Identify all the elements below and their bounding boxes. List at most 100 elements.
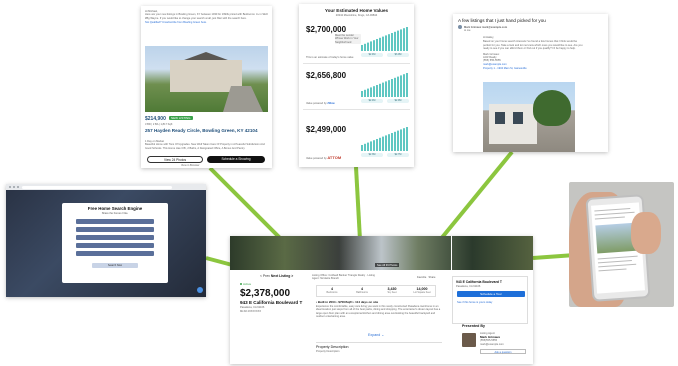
value-bar — [403, 28, 405, 51]
value-bar — [367, 42, 369, 51]
marketing-collage: Hi Michael, Here are your new listings i… — [0, 0, 678, 366]
intro-text: Here are your new listings in Bowling Gr… — [145, 13, 268, 20]
value-bar — [388, 34, 390, 51]
value-bar — [379, 37, 381, 51]
email-from: Mark Grimaux mark@example.com to me — [464, 26, 508, 33]
listing-address[interactable]: 257 Hayden Ready Circle, Bowling Green, … — [145, 128, 268, 133]
view-photos-button[interactable]: View 24 Photos — [147, 156, 203, 163]
value-bar — [397, 76, 399, 97]
value-bar — [373, 140, 375, 151]
value-bar — [406, 127, 408, 151]
listing-actions: Favorite Share — [417, 276, 435, 279]
value-powered-by: Value powered by ATTOM — [306, 155, 342, 161]
value-bar — [391, 133, 393, 151]
value-bar — [364, 43, 366, 51]
listing-photo[interactable] — [145, 46, 268, 112]
search-field[interactable] — [76, 235, 154, 240]
ask-question-button[interactable]: Ask a question — [480, 349, 526, 354]
value-amount: $2,656,800 — [306, 71, 347, 80]
values-title: Your Estimated Home Values — [324, 8, 389, 13]
see-all-photos-button[interactable]: See All 39 Photos — [375, 263, 400, 267]
zillow-logo: Zillow — [327, 102, 335, 105]
unsubscribe-link[interactable]: Not Qualified? Unsubscribe from Bowling … — [145, 21, 268, 24]
value-bar — [388, 80, 390, 97]
range-low-pill: $2.4M — [361, 53, 383, 57]
property-description-sub: Property Description — [316, 350, 340, 353]
value-bar — [370, 41, 372, 51]
value-bar — [376, 85, 378, 97]
value-bar — [394, 77, 396, 97]
personal-email-card: A few listings that I just hand picked f… — [453, 14, 608, 152]
new-listing-badge: NEW LISTING — [169, 116, 193, 120]
value-bar — [388, 134, 390, 151]
search-title: Free Home Search Engine — [87, 206, 143, 211]
home-values-card: Your Estimated Home Values 20342 Moonshi… — [299, 4, 414, 167]
search-field[interactable] — [76, 251, 154, 256]
value-bar — [391, 33, 393, 51]
value-bar — [373, 40, 375, 51]
email-listing-photo[interactable] — [483, 82, 575, 152]
listing-nav[interactable]: < Prev Next Listing > — [260, 274, 293, 278]
schedule-showing-button[interactable]: Schedule a Showing — [207, 156, 265, 163]
signature-email[interactable]: mark@example.com — [483, 63, 583, 66]
range-high-pill: $2.7M — [387, 153, 409, 157]
value-bar — [397, 130, 399, 151]
value-bar — [385, 135, 387, 151]
thumb — [631, 212, 661, 254]
search-engine-browser: Free Home Search Engine Share the homes … — [6, 184, 206, 297]
connector-email — [438, 150, 514, 242]
connector-listing — [208, 166, 288, 246]
value-bar — [367, 88, 369, 97]
value-bar — [406, 27, 408, 51]
favorite-button[interactable]: Favorite — [417, 276, 426, 279]
listing-address: 943 E California Boulevard T — [240, 300, 303, 305]
value-bar — [385, 35, 387, 51]
chat-help-icon[interactable] — [197, 287, 203, 293]
contact-box: 943 E California Boulevard T Pasadena, C… — [452, 276, 528, 324]
share-button[interactable]: Share — [429, 276, 436, 279]
search-button[interactable]: Search Now — [92, 263, 138, 268]
listing-description: Beautiful Home with Tons Of Upgrades. Ne… — [145, 143, 265, 150]
sender-avatar — [458, 25, 462, 29]
listing-city: Pasadena, CA 91106 — [240, 306, 265, 309]
value-block: $2,656,800 $2.4M $2.9M Value powered by … — [303, 66, 410, 110]
lender-callout[interactable]: Meet the Lender Whose Work in Your Neigh… — [335, 34, 361, 44]
contact-address: 943 E California Boulevard T — [456, 280, 502, 284]
value-bar — [391, 79, 393, 97]
value-bar — [379, 83, 381, 97]
value-bars — [361, 127, 408, 151]
address-bar[interactable] — [22, 185, 172, 189]
value-bar — [397, 30, 399, 51]
schedule-tour-button[interactable]: Schedule a Tour — [457, 291, 525, 297]
search-field[interactable] — [76, 243, 154, 248]
value-bar — [379, 137, 381, 151]
view-in-browser-link[interactable]: View in Browser — [181, 164, 200, 167]
search-field[interactable] — [76, 227, 154, 232]
value-bar — [385, 81, 387, 97]
value-bar — [367, 142, 369, 151]
search-field[interactable] — [76, 219, 154, 224]
property-description-heading: Property Description — [316, 345, 349, 349]
range-high-pill: $2.9M — [387, 99, 409, 103]
range-low-pill: $2.3M — [361, 153, 383, 157]
expand-link[interactable]: Expand ⌄ — [368, 333, 384, 337]
listing-link[interactable]: Property 1 - 1934 Main St, Gainesville — [483, 67, 583, 70]
status-badge: Active — [240, 282, 251, 286]
agent-email[interactable]: mark@example.com — [480, 343, 525, 346]
attom-logo: ATTOM — [327, 155, 342, 160]
listing-price: $214,900 — [145, 116, 166, 122]
value-bar — [373, 86, 375, 97]
range-low-pill: $2.4M — [361, 99, 383, 103]
value-powered-by: Value powered by Zillow — [306, 102, 335, 105]
value-bar — [382, 36, 384, 51]
contact-city: Pasadena, CA 91106 — [456, 285, 481, 288]
listing-office: Listing Office: Coldwell Banker Triangle… — [312, 274, 375, 281]
value-bar — [376, 39, 378, 51]
value-bar — [406, 73, 408, 97]
listing-detail-page: See All 39 Photos < Prev Next Listing > … — [230, 236, 533, 364]
phone-photo — [569, 182, 674, 307]
qualify-link[interactable]: See if this home is yours today — [457, 301, 492, 304]
value-bar — [403, 128, 405, 151]
listing-email-card: Hi Michael, Here are your new listings i… — [141, 6, 272, 168]
value-bar — [370, 87, 372, 97]
